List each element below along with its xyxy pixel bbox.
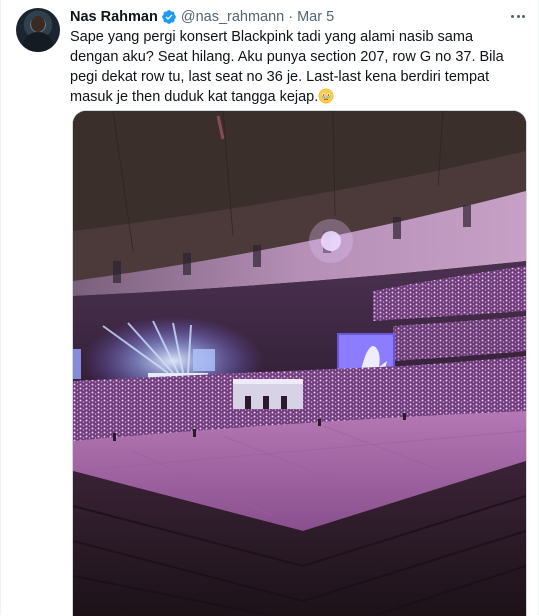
more-dot — [521, 14, 525, 18]
avatar-body-shape — [23, 32, 53, 52]
stadium-concert-photo — [73, 111, 526, 616]
tweet-text: Sape yang pergi konsert Blackpink tadi y… — [70, 27, 525, 107]
verified-badge-icon — [162, 10, 176, 24]
tweet-body: Sape yang pergi konsert Blackpink tadi y… — [70, 29, 508, 105]
separator-dot: · — [288, 9, 294, 25]
more-options-icon[interactable] — [507, 6, 529, 26]
face-holding-back-tears-icon — [318, 88, 334, 104]
tweet-photo[interactable] — [72, 110, 527, 616]
tweet-card[interactable]: Nas Rahman @nas_rahmann · Mar 5 Sape yan… — [0, 0, 539, 616]
tweet-date[interactable]: Mar 5 — [297, 9, 334, 25]
user-handle[interactable]: @nas_rahmann — [181, 9, 284, 25]
more-dot — [516, 14, 520, 18]
tweet-header: Nas Rahman @nas_rahmann · Mar 5 — [70, 7, 334, 27]
display-name[interactable]: Nas Rahman — [70, 9, 158, 25]
more-dot — [511, 14, 515, 18]
avatar[interactable] — [16, 8, 60, 52]
avatar-head-shape — [31, 16, 45, 32]
